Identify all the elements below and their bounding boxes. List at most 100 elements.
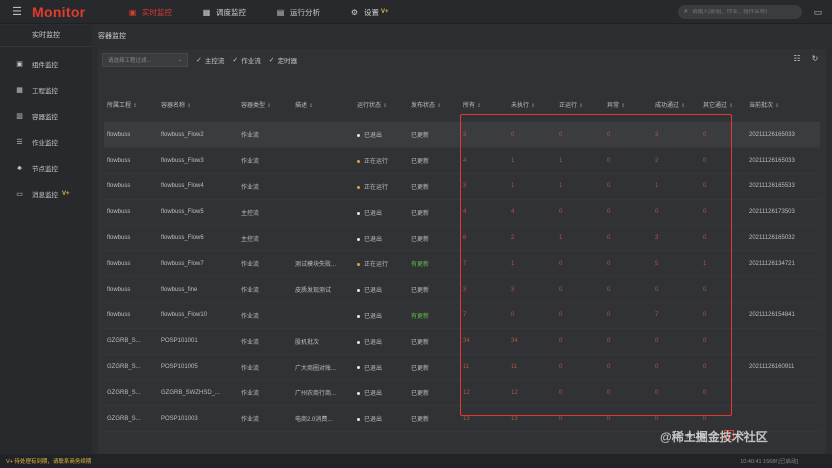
column-header[interactable]: 容器名称 ⇕: [158, 88, 238, 123]
search-input[interactable]: [691, 9, 792, 15]
nav-settings[interactable]: ⚙ 设置 V+: [350, 7, 389, 18]
watermark: @稀土掘金技术社区: [660, 430, 768, 444]
column-header[interactable]: 当前批次 ⇕: [746, 88, 820, 123]
status-text: 已退出: [364, 391, 383, 398]
sidebar-item-component-monitor[interactable]: ▣ 组件监控: [0, 51, 92, 77]
status-text: 已退出: [364, 288, 383, 295]
sidebar-item-message-monitor[interactable]: ▭ 消息监控 V+: [0, 181, 92, 207]
cell-desc: [292, 122, 354, 149]
cell-other: 0: [700, 147, 746, 175]
cell-desc: [292, 225, 354, 252]
column-header[interactable]: 正运行 ⇕: [556, 88, 604, 123]
hamburger-menu-icon[interactable]: ☰: [10, 5, 24, 19]
table-row[interactable]: flowbuss flowbuss_Flow4 作业流 正在运行 已更新 3 1 1 0 1 0 20…: [104, 173, 820, 200]
cell-name: POSP101005: [158, 354, 238, 381]
cell-pending: 12: [508, 379, 556, 407]
cell-project: flowbuss: [104, 302, 158, 329]
table-row[interactable]: GZGRB_S... GZGRB_SWZHSD_... 作业流 广州农商行商... 已退…: [104, 379, 820, 407]
cell-running: 0: [556, 199, 604, 226]
sidebar-item-label: 消息监控: [32, 192, 58, 199]
sidebar-item-container-monitor[interactable]: ▥ 容器监控: [0, 103, 92, 129]
check-icon: ✓: [268, 57, 275, 64]
cell-status: 已退出: [354, 122, 408, 149]
column-header[interactable]: 成功通过 ⇕: [652, 88, 700, 123]
cell-publish: 已更新: [408, 405, 460, 433]
sidebar-item-node-monitor[interactable]: ♣ 节点监控: [0, 155, 92, 181]
cell-batch: 20211126165033: [746, 122, 820, 149]
checkbox-master-flow[interactable]: ✓ 主控流: [196, 55, 224, 65]
cell-success: 1: [652, 173, 700, 200]
checkbox-timer[interactable]: ✓ 定时器: [269, 55, 297, 65]
column-header[interactable]: 其它通过 ⇕: [700, 88, 746, 123]
column-header[interactable]: 容器类型 ⇕: [238, 88, 292, 123]
table-row[interactable]: GZGRB_S... POSP101001 作业流 股机批次 已退出 已更新 34 34 0 0 0…: [104, 328, 820, 355]
cell-project: flowbuss: [104, 250, 158, 278]
cell-project: flowbuss: [104, 173, 158, 200]
table-row[interactable]: GZGRB_S... POSP101005 作业流 广大商圈对账... 已退出 已更新 11…: [104, 354, 820, 381]
cell-type: 作业流: [238, 302, 292, 329]
column-header[interactable]: 发布状态 ⇕: [408, 88, 460, 123]
cell-status: 已退出: [354, 405, 408, 433]
grid-icon: ▦: [16, 86, 23, 94]
notification-icon[interactable]: ▭: [812, 6, 824, 18]
cell-type: 作业流: [238, 276, 292, 304]
cell-type: 主控流: [238, 199, 292, 226]
table-row[interactable]: flowbuss flowbuss_Flow5 主控流 已退出 已更新 4 4 0 0 0 0 202…: [104, 199, 820, 226]
cell-all: 34: [460, 328, 508, 355]
column-settings-icon[interactable]: ☷: [792, 54, 802, 64]
cell-batch: [746, 276, 820, 304]
page-title: 容器监控: [98, 33, 126, 40]
table-row[interactable]: flowbuss flowbuss_Flow2 作业流 已退出 已更新 3 0 0 0 3 0 202…: [104, 122, 820, 149]
cell-pending: 1: [508, 147, 556, 175]
chart-icon: ▤: [276, 7, 285, 17]
cell-success: 7: [652, 302, 700, 329]
cell-all: 3: [460, 122, 508, 149]
table-row[interactable]: flowbuss flowbuss_fine 作业流 皮质发现测试 已退出 已更新 3 3 0 0…: [104, 276, 820, 304]
cell-pending: 0: [508, 122, 556, 149]
cell-publish: 已更新: [408, 199, 460, 226]
cell-other: 0: [700, 328, 746, 355]
chevron-down-icon: ⌄: [177, 57, 182, 63]
cell-running: 1: [556, 147, 604, 175]
cell-status: 已退出: [354, 328, 408, 355]
cell-pending: 11: [508, 354, 556, 381]
cell-desc: 皮质发现测试: [292, 276, 354, 304]
cell-running: 0: [556, 354, 604, 381]
sidebar-item-project-monitor[interactable]: ▦ 工程监控: [0, 77, 92, 103]
cell-success: 3: [652, 225, 700, 252]
table-row[interactable]: flowbuss flowbuss_Flow10 作业流 已退出 有更新 7 0 0 0 7 0 20…: [104, 302, 820, 329]
sidebar-item-job-monitor[interactable]: ☰ 作业监控: [0, 129, 92, 155]
table-row[interactable]: flowbuss flowbuss_Flow7 作业流 测试模块失败... 正在运行 有更…: [104, 250, 820, 278]
column-header[interactable]: 运行状态 ⇕: [354, 88, 408, 123]
cell-running: 0: [556, 328, 604, 355]
column-header[interactable]: 所有 ⇕: [460, 88, 508, 123]
column-header[interactable]: 所属工程 ⇕: [104, 88, 158, 123]
table-row[interactable]: flowbuss flowbuss_Flow3 作业流 正在运行 已更新 4 1 1 0 2 0 20…: [104, 147, 820, 175]
checkbox-job-flow[interactable]: ✓ 作业流: [232, 55, 260, 65]
column-header[interactable]: 描述 ⇕: [292, 88, 354, 123]
cell-batch: 20211126154841: [746, 302, 820, 329]
status-dot-icon: [357, 392, 360, 396]
cell-status: 已退出: [354, 302, 408, 329]
refresh-icon[interactable]: ↻: [810, 54, 820, 64]
cell-type: 主控流: [238, 225, 292, 252]
cell-error: 0: [604, 328, 652, 355]
project-filter-select[interactable]: 请选择工程过滤... ⌄: [102, 53, 188, 67]
table-row[interactable]: flowbuss flowbuss_Flow6 主控流 已退出 已更新 6 2 1 0 3 0 202…: [104, 225, 820, 252]
status-dot-icon: [357, 185, 360, 189]
search-box[interactable]: ⌕: [678, 5, 802, 19]
column-header[interactable]: 异常 ⇕: [604, 88, 652, 123]
cell-pending: 4: [508, 199, 556, 226]
cell-batch: 20211126173503: [746, 199, 820, 226]
nav-realtime-monitor[interactable]: ▣ 实时监控: [128, 7, 172, 18]
column-header[interactable]: 未执行 ⇕: [508, 88, 556, 123]
nav-schedule-monitor[interactable]: ▦ 调度监控: [202, 7, 246, 18]
status-dot-icon: [357, 289, 360, 293]
nav-run-analysis[interactable]: ▤ 运行分析: [276, 7, 320, 18]
cell-running: 0: [556, 122, 604, 149]
cell-other: 0: [700, 354, 746, 381]
cell-status: 正在运行: [354, 147, 408, 175]
cell-publish: 已更新: [408, 122, 460, 149]
gear-icon: ⚙: [350, 7, 359, 17]
cell-all: 12: [460, 379, 508, 407]
